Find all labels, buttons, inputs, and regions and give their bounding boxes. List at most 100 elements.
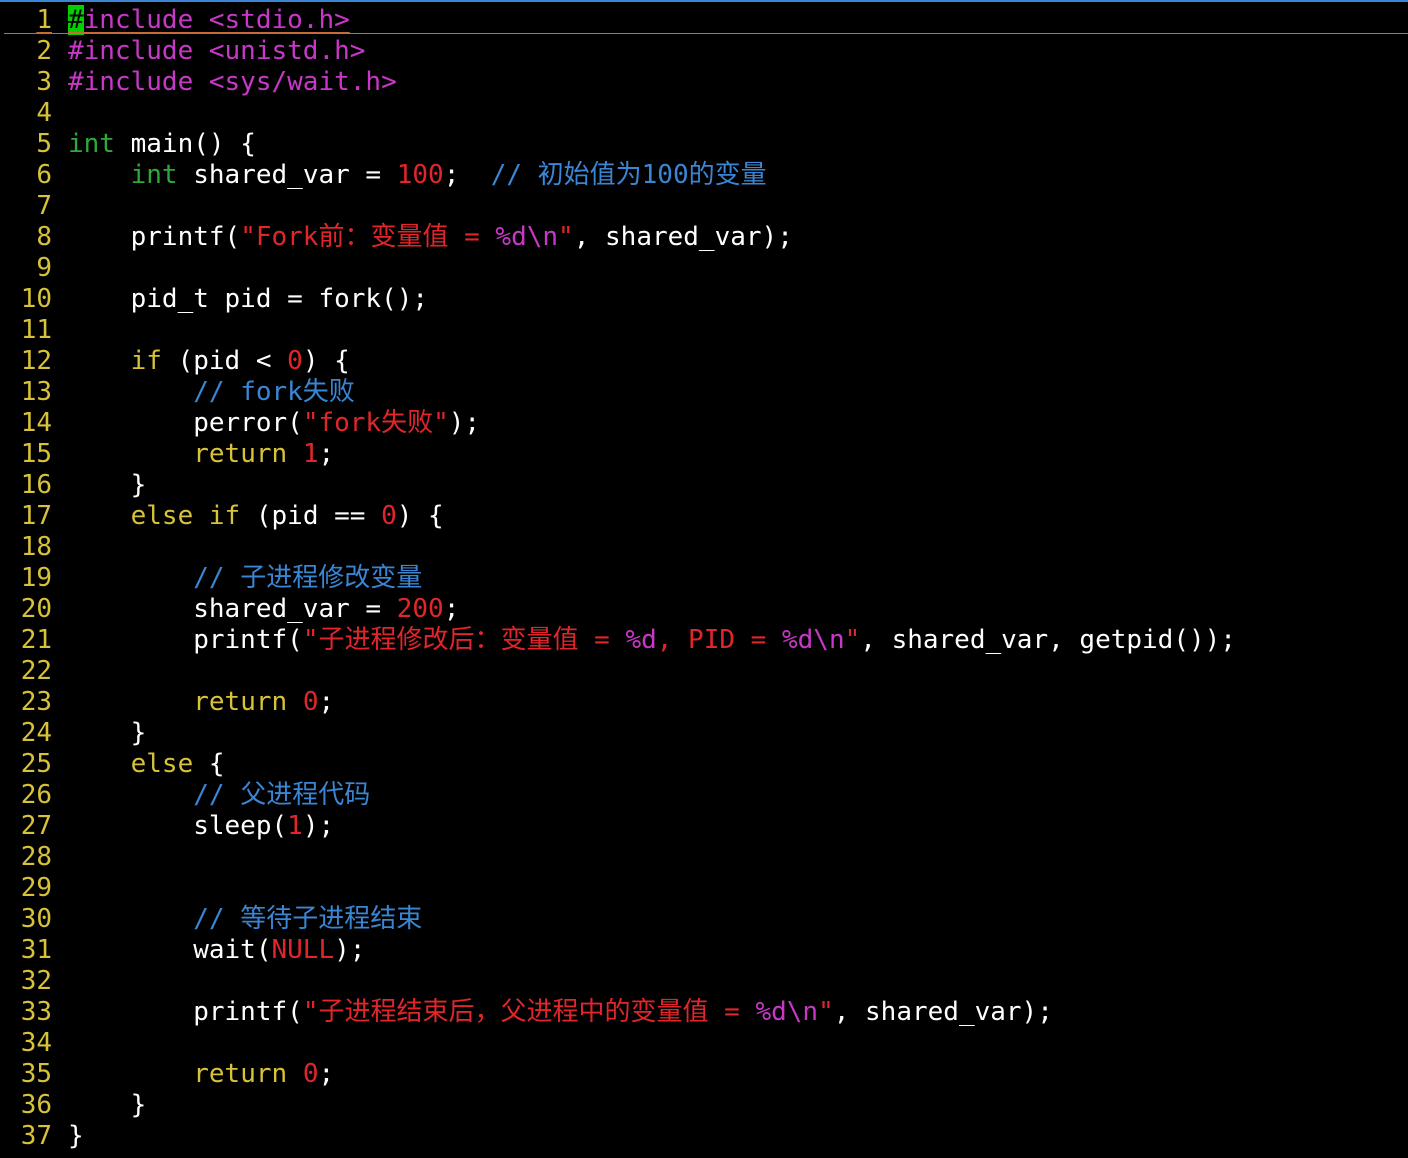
code-content: return 0; — [68, 687, 334, 717]
code-line[interactable]: 18 — [0, 532, 1408, 563]
code-line[interactable]: 25 else { — [0, 749, 1408, 780]
code-text: shared_var = — [68, 594, 397, 624]
code-line[interactable]: 2 #include <unistd.h> — [0, 36, 1408, 67]
code-content: int main() { — [68, 129, 256, 159]
code-line[interactable]: 32 — [0, 966, 1408, 997]
code-text: printf( — [68, 997, 303, 1027]
code-line[interactable]: 6 int shared_var = 100; // 初始值为100的变量 — [0, 160, 1408, 191]
number-token: 0 — [287, 346, 303, 376]
line-number: 7 — [36, 191, 52, 221]
comment-token: // 父进程代码 — [193, 780, 371, 810]
code-line[interactable]: 28 — [0, 842, 1408, 873]
keyword-token: return — [193, 687, 288, 717]
line-number: 1 — [36, 5, 52, 35]
code-line[interactable]: 36 } — [0, 1090, 1408, 1121]
code-line[interactable]: 5 int main() { — [0, 129, 1408, 160]
code-content: #include <sys/wait.h> — [68, 67, 397, 97]
code-line[interactable]: 19 // 子进程修改变量 — [0, 563, 1408, 594]
line-number: 13 — [20, 377, 52, 407]
type-token: int — [130, 160, 178, 190]
keyword-token: return — [193, 1059, 288, 1089]
code-line[interactable]: 31 wait(NULL); — [0, 935, 1408, 966]
preprocessor-token: include <stdio.h> — [83, 5, 350, 35]
line-number: 5 — [36, 129, 52, 159]
code-line[interactable]: 27 sleep(1); — [0, 811, 1408, 842]
text-cursor: # — [68, 5, 84, 35]
code-line[interactable]: 34 — [0, 1028, 1408, 1059]
code-line[interactable]: 9 — [0, 253, 1408, 284]
code-line[interactable]: 26 // 父进程代码 — [0, 780, 1408, 811]
code-line[interactable]: 12 if (pid < 0) { — [0, 346, 1408, 377]
code-line[interactable]: 8 printf("Fork前：变量值 = %d\n", shared_var)… — [0, 222, 1408, 253]
code-content: printf("子进程修改后：变量值 = %d, PID = %d\n", sh… — [68, 625, 1236, 655]
line-number: 14 — [20, 408, 52, 438]
code-line[interactable]: 22 — [0, 656, 1408, 687]
line-number: 33 — [20, 997, 52, 1027]
number-token: 100 — [396, 160, 444, 190]
code-line[interactable]: 13 // fork失败 — [0, 377, 1408, 408]
keyword-token: else if — [130, 501, 241, 531]
code-content: #include <stdio.h> — [68, 5, 350, 35]
code-content: shared_var = 200; — [68, 594, 459, 624]
cursorline-underline — [4, 33, 1408, 34]
line-number: 6 — [36, 160, 52, 190]
code-line[interactable]: 30 // 等待子进程结束 — [0, 904, 1408, 935]
line-number: 3 — [36, 67, 52, 97]
number-token: 0 — [302, 1059, 319, 1089]
comment-token: // 初始值为100的变量 — [490, 160, 767, 190]
line-number: 11 — [20, 315, 52, 345]
code-line[interactable]: 10 pid_t pid = fork(); — [0, 284, 1408, 315]
code-content: } — [68, 470, 147, 500]
keyword-token: return — [193, 439, 288, 469]
number-token: 200 — [396, 594, 444, 624]
code-line[interactable]: 16 } — [0, 470, 1408, 501]
string-token: "子进程结束后，父进程中的变量值 = — [302, 997, 756, 1027]
format-specifier-token: %d\n — [495, 222, 559, 252]
code-line[interactable]: 29 — [0, 873, 1408, 904]
code-line[interactable]: 11 — [0, 315, 1408, 346]
preprocessor-token: #include <unistd.h> — [68, 36, 366, 66]
code-content: // 等待子进程结束 — [68, 904, 422, 934]
code-line[interactable]: 4 — [0, 98, 1408, 129]
preprocessor-token: #include <sys/wait.h> — [68, 67, 397, 97]
code-line[interactable]: 21 printf("子进程修改后：变量值 = %d, PID = %d\n",… — [0, 625, 1408, 656]
code-line[interactable]: 37} — [0, 1121, 1408, 1152]
code-content: wait(NULL); — [68, 935, 365, 965]
code-text: shared_var = — [177, 160, 397, 190]
code-line[interactable]: 23 return 0; — [0, 687, 1408, 718]
line-number: 16 — [20, 470, 52, 500]
line-number: 22 — [20, 656, 52, 686]
number-token: 1 — [302, 439, 319, 469]
code-line[interactable]: 7 — [0, 191, 1408, 222]
window-top-border — [0, 0, 1408, 2]
code-line[interactable]: 20 shared_var = 200; — [0, 594, 1408, 625]
line-number: 29 — [20, 873, 52, 903]
code-content: return 0; — [68, 1059, 334, 1089]
code-line[interactable]: 24 } — [0, 718, 1408, 749]
line-number: 10 — [20, 284, 52, 314]
code-line[interactable]: 33 printf("子进程结束后，父进程中的变量值 = %d\n", shar… — [0, 997, 1408, 1028]
code-line[interactable]: 14 perror("fork失败"); — [0, 408, 1408, 439]
code-text: ; — [318, 439, 335, 469]
code-text: , shared_var, getpid()); — [860, 625, 1236, 655]
code-content: else if (pid == 0) { — [68, 501, 444, 531]
line-number: 30 — [20, 904, 52, 934]
code-line[interactable]: 35 return 0; — [0, 1059, 1408, 1090]
line-number: 21 — [20, 625, 52, 655]
code-line[interactable]: 1 #include <stdio.h> — [0, 5, 1408, 36]
code-text: ; — [443, 160, 491, 190]
code-line[interactable]: 15 return 1; — [0, 439, 1408, 470]
code-line[interactable]: 3 #include <sys/wait.h> — [0, 67, 1408, 98]
string-token: " — [818, 997, 834, 1027]
format-specifier-token: %d — [625, 625, 657, 655]
code-editor[interactable]: 1 #include <stdio.h> 2 #include <unistd.h> 3… — [0, 5, 1408, 1152]
code-content: printf("Fork前：变量值 = %d\n", shared_var); — [68, 222, 793, 252]
code-content: } — [68, 718, 147, 748]
code-line[interactable]: 17 else if (pid == 0) { — [0, 501, 1408, 532]
